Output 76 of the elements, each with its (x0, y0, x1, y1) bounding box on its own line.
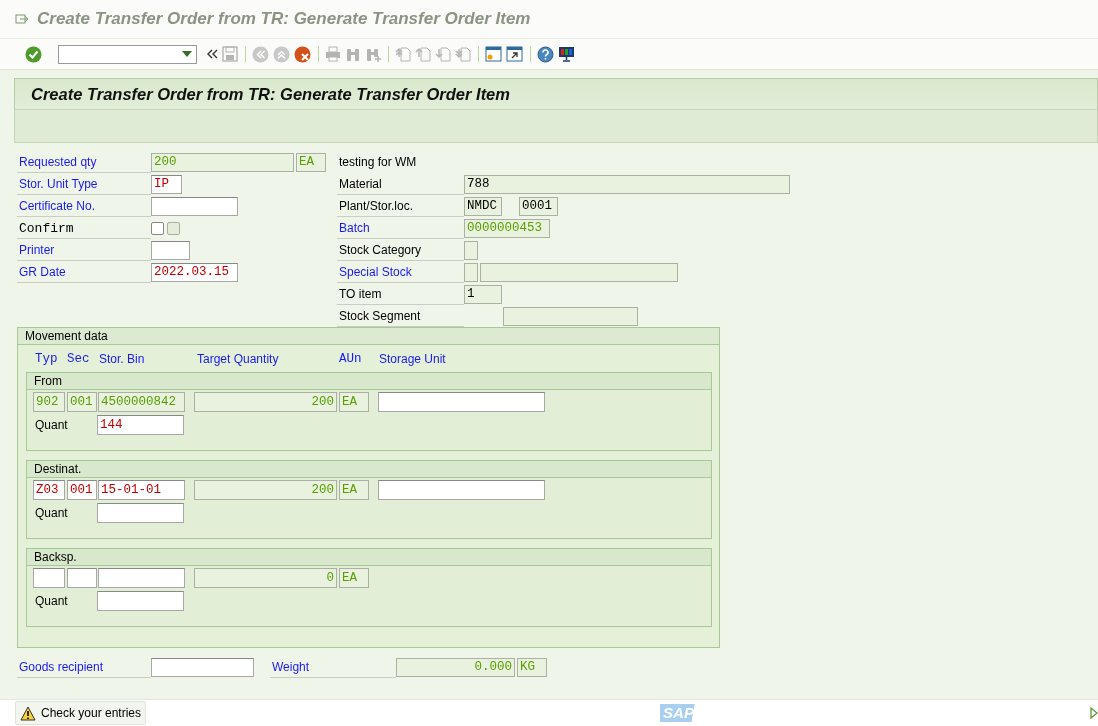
input-field: 902 (33, 392, 65, 412)
dropdown-icon[interactable] (182, 51, 192, 57)
input-field[interactable]: 15-01-01 (98, 480, 185, 500)
input-field[interactable]: Z03 (33, 480, 65, 500)
input-field: 001 (67, 392, 97, 412)
input-field: 0000000453 (464, 218, 550, 238)
input-field: 200 (194, 480, 337, 500)
input-field: 200 (151, 152, 294, 172)
group-title: Backsp. (27, 549, 711, 566)
group-title: Destinat. (27, 461, 711, 478)
input-field: EA (339, 480, 369, 500)
input-field[interactable] (67, 568, 97, 588)
input-field: 0.000 (396, 657, 515, 677)
input-field: EA (296, 152, 326, 172)
input-field[interactable] (97, 503, 184, 523)
status-message[interactable]: Check your entries (15, 701, 147, 725)
field-label: Confirm (17, 217, 151, 239)
input-field: 1 (464, 284, 502, 304)
input-field[interactable] (151, 657, 254, 677)
expand-icon[interactable] (1090, 707, 1098, 719)
column-header: Stor. Bin (99, 351, 146, 366)
back-icon (252, 45, 269, 63)
column-header: Storage Unit (379, 351, 447, 366)
last-page-icon (455, 46, 471, 62)
up-icon (273, 45, 290, 63)
column-header: Typ (35, 351, 59, 366)
input-field[interactable] (151, 240, 190, 260)
field-label: Quant (34, 418, 69, 432)
column-header: Sec (67, 351, 91, 366)
input-field: 788 (464, 174, 790, 194)
input-field: EA (339, 568, 369, 588)
column-header: Target Quantity (197, 351, 280, 366)
input-field: 0 (194, 568, 337, 588)
input-field[interactable] (33, 568, 65, 588)
input-field[interactable] (378, 392, 545, 412)
window-title: Create Transfer Order from TR: Generate Transfer Order Item (37, 9, 531, 29)
screen-title: Create Transfer Order from TR: Generate Transfer Order Item (31, 84, 510, 104)
checkbox[interactable] (151, 221, 164, 235)
command-field[interactable] (58, 44, 197, 64)
warning-icon (20, 705, 36, 721)
input-field[interactable] (151, 196, 238, 216)
monitor-icon[interactable] (558, 46, 575, 62)
input-field: 0001 (519, 196, 558, 216)
input-field: EA (339, 392, 369, 412)
input-field: 200 (194, 392, 337, 412)
input-field[interactable]: IP (151, 174, 182, 194)
field-label: Quant (34, 594, 69, 608)
input-field[interactable]: 2022.03.15 (151, 262, 238, 282)
save-icon (222, 46, 238, 62)
input-field[interactable]: 001 (67, 480, 97, 500)
input-field: 4500000842 (98, 392, 185, 412)
first-page-icon (395, 46, 411, 62)
input-field[interactable] (97, 591, 184, 611)
field-label: testing for WM (338, 153, 418, 171)
new-window-icon[interactable] (485, 46, 502, 62)
help-icon[interactable] (537, 45, 554, 63)
group-title: Movement data (18, 328, 719, 345)
group-title: From (27, 373, 711, 390)
binoculars-icon (345, 46, 361, 62)
column-header: AUn (339, 351, 363, 366)
print-icon (325, 46, 341, 62)
cancel-icon[interactable] (294, 45, 311, 63)
input-field: KG (517, 657, 547, 677)
input-field[interactable]: 144 (97, 415, 184, 435)
binoculars-plus-icon (365, 46, 381, 62)
next-page-icon (435, 46, 451, 62)
previous-page-icon (415, 46, 431, 62)
shortcut-window-icon[interactable] (506, 46, 523, 62)
input-field[interactable] (378, 480, 545, 500)
field-label: Quant (34, 506, 69, 520)
exit-screen-icon (15, 13, 29, 25)
collapse-icon[interactable] (206, 49, 218, 59)
input-field: NMDC (464, 196, 502, 216)
input-field[interactable] (98, 568, 185, 588)
field-label: Stock Segment (337, 305, 464, 327)
check-icon[interactable] (25, 45, 42, 63)
